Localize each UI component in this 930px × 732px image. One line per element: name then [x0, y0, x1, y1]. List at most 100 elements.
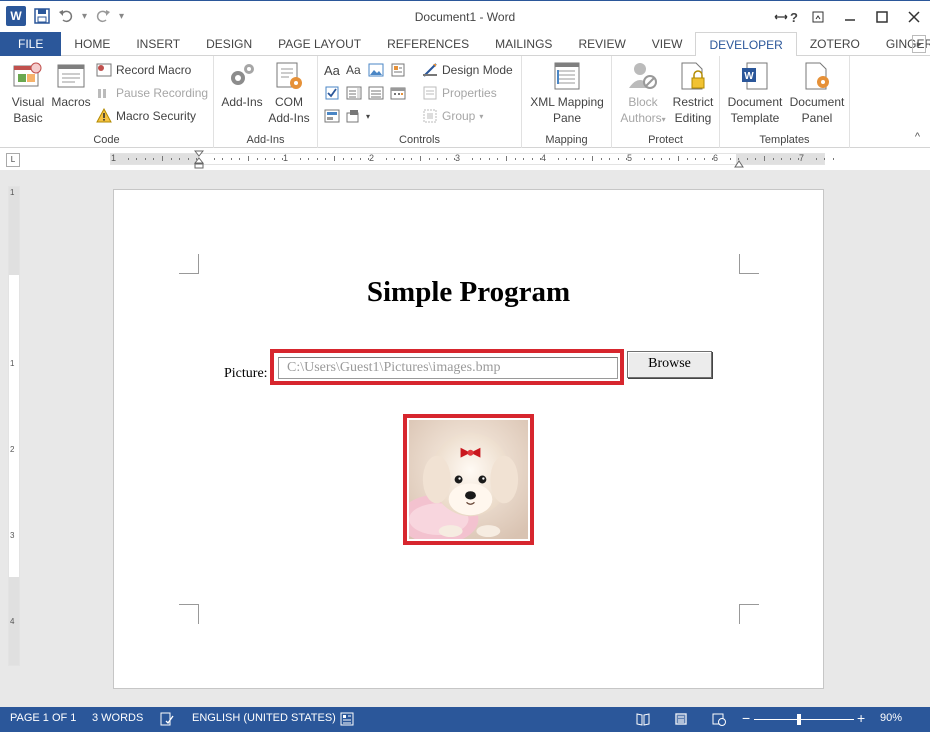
properties-button[interactable]: Properties: [422, 83, 497, 103]
horizontal-ruler[interactable]: 1 1 2 3 4 5 6 7: [110, 150, 834, 169]
visual-basic-button[interactable]: Visual Basic: [6, 60, 50, 126]
ruler-tick: [660, 158, 662, 160]
page-count[interactable]: PAGE 1 OF 1: [10, 712, 76, 724]
read-mode-icon[interactable]: [636, 712, 650, 726]
collapse-ribbon-icon[interactable]: ^: [915, 131, 920, 143]
restrict-editing-button[interactable]: Restrict Editing: [668, 60, 718, 126]
print-layout-icon[interactable]: [674, 712, 688, 726]
browse-button[interactable]: Browse: [627, 351, 712, 378]
building-block-icon[interactable]: [390, 60, 406, 80]
zoom-out-button[interactable]: −: [742, 710, 750, 726]
restore-icon[interactable]: [802, 1, 834, 33]
group-label-protect: Protect: [648, 134, 683, 146]
warning-icon: [96, 107, 112, 124]
picture-control-icon[interactable]: [368, 60, 384, 80]
plain-text-control-button[interactable]: Aa: [346, 60, 361, 80]
ruler-tick: [789, 158, 791, 160]
picture-path-input[interactable]: C:\Users\Guest1\Pictures\images.bmp: [278, 357, 618, 379]
crop-mark: [179, 604, 199, 624]
document-template-button[interactable]: W Document Template: [724, 60, 786, 126]
gears-icon: [226, 60, 258, 92]
ruler-tick: [695, 158, 697, 160]
tab-selector-icon[interactable]: L: [6, 153, 20, 167]
date-picker-icon[interactable]: [390, 83, 406, 103]
addins-button[interactable]: Add-Ins: [220, 60, 264, 110]
ruler-tick: [256, 158, 258, 160]
word-count[interactable]: 3 WORDS: [92, 712, 143, 724]
tab-review[interactable]: REVIEW: [565, 32, 638, 56]
legacy-tools-dropdown-icon[interactable]: ▾: [366, 112, 370, 121]
xml-mapping-pane-button[interactable]: XML Mapping Pane: [524, 60, 610, 126]
minimize-icon[interactable]: [834, 1, 866, 33]
zoom-slider[interactable]: [754, 714, 854, 725]
crop-mark: [179, 254, 199, 274]
macro-security-button[interactable]: Macro Security: [96, 106, 196, 126]
ruler-tick: [265, 158, 267, 160]
macros-button[interactable]: Macros: [50, 60, 92, 110]
ribbon-display-options-icon[interactable]: ?: [770, 1, 802, 33]
ribbon-tabs: FILE HOME INSERT DESIGN PAGE LAYOUT REFE…: [0, 32, 930, 57]
document-page[interactable]: Simple Program Picture: C:\Users\Guest1\…: [113, 189, 824, 689]
tab-page-layout[interactable]: PAGE LAYOUT: [265, 32, 374, 56]
ruler-tick: [686, 158, 688, 160]
ruler-tick: [523, 158, 525, 160]
ruler-tick: [514, 158, 516, 160]
group-button[interactable]: Group ▾: [422, 106, 483, 126]
block-authors-icon: [627, 60, 659, 92]
group-label-addins: Add-Ins: [246, 134, 285, 146]
ruler-tick: [437, 158, 439, 160]
tab-developer[interactable]: DEVELOPER: [695, 32, 797, 57]
document-panel-icon: [801, 60, 833, 92]
com-addins-button[interactable]: COM Add-Ins: [266, 60, 312, 126]
right-indent-marker-icon[interactable]: [734, 158, 744, 168]
zoom-level[interactable]: 90%: [880, 712, 902, 724]
ruler-tick: [445, 158, 447, 160]
tab-home[interactable]: HOME: [61, 32, 123, 56]
legacy-tools-icon[interactable]: ▾: [346, 106, 370, 126]
tab-mailings[interactable]: MAILINGS: [482, 32, 565, 56]
macro-recording-icon[interactable]: [340, 712, 354, 726]
help-icon[interactable]: ?: [790, 10, 798, 25]
document-template-icon: W: [739, 60, 771, 92]
maximize-icon[interactable]: [866, 1, 898, 33]
block-authors-button[interactable]: Block Authors▾: [618, 60, 668, 128]
pause-recording-button[interactable]: Pause Recording: [96, 83, 208, 103]
zoom-slider-thumb[interactable]: [797, 714, 801, 725]
dropdown-list-icon[interactable]: [368, 83, 384, 103]
tab-zotero[interactable]: ZOTERO: [797, 32, 873, 56]
ruler-tick: [394, 158, 396, 160]
ruler-tick: [626, 158, 628, 160]
tab-file[interactable]: FILE: [0, 32, 62, 56]
highlight-frame-path: C:\Users\Guest1\Pictures\images.bmp: [270, 349, 624, 385]
rich-text-control-button[interactable]: Aa: [324, 60, 340, 80]
group-label-code: Code: [93, 134, 120, 146]
web-layout-icon[interactable]: [712, 712, 726, 726]
ruler-tick: [471, 158, 473, 160]
tab-references[interactable]: REFERENCES: [374, 32, 482, 56]
highlight-frame-image: [403, 414, 534, 545]
pause-icon: [96, 85, 112, 101]
ruler-tick: [592, 156, 593, 161]
zoom-in-button[interactable]: +: [857, 710, 865, 726]
indent-marker-icon[interactable]: [194, 150, 204, 170]
language[interactable]: ENGLISH (UNITED STATES): [192, 712, 336, 724]
proofing-icon[interactable]: [160, 712, 174, 726]
ruler-tick: [531, 158, 533, 160]
ruler-tick: [669, 158, 671, 160]
ruler-tick: [153, 158, 155, 160]
design-mode-button[interactable]: Design Mode: [422, 60, 513, 80]
combo-box-icon[interactable]: [346, 83, 362, 103]
repeating-section-icon[interactable]: [324, 106, 340, 126]
checkbox-control-icon[interactable]: [324, 83, 340, 103]
tab-design[interactable]: DESIGN: [193, 32, 265, 56]
close-icon[interactable]: [898, 1, 930, 33]
design-mode-icon: [422, 62, 438, 78]
tab-insert[interactable]: INSERT: [123, 32, 193, 56]
vertical-ruler[interactable]: 1 1 2 3 4: [8, 186, 20, 666]
ruler-tick: [488, 158, 490, 160]
document-panel-button[interactable]: Document Panel: [786, 60, 848, 126]
tab-view[interactable]: VIEW: [639, 32, 696, 56]
ruler-tick: [764, 156, 765, 161]
tab-scroll-right-icon[interactable]: ▸: [912, 35, 926, 53]
record-macro-button[interactable]: Record Macro: [96, 60, 191, 80]
